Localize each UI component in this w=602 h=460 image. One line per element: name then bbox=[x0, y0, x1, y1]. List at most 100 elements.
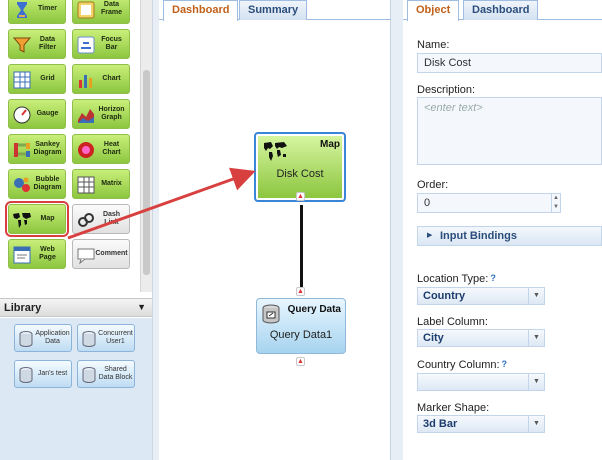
scrollbar-thumb[interactable] bbox=[143, 70, 150, 275]
chevron-down-icon[interactable]: ▼ bbox=[137, 302, 146, 312]
connector-line[interactable] bbox=[300, 205, 303, 289]
library-header[interactable]: Library ▼ bbox=[0, 298, 152, 317]
tab-object[interactable]: Object bbox=[407, 0, 460, 21]
country-column-select[interactable]: ▼ bbox=[417, 373, 545, 391]
tab-dashboard-properties[interactable]: Dashboard bbox=[463, 0, 539, 20]
palette-tool-label: Comment bbox=[95, 250, 128, 257]
query-data-node[interactable]: Query Data Query Data1 bbox=[256, 298, 346, 354]
palette-tool-label: Matrix bbox=[101, 180, 122, 187]
location-type-value: Country bbox=[423, 290, 466, 302]
tab-summary[interactable]: Summary bbox=[239, 0, 308, 20]
palette-tool-map[interactable]: Map bbox=[5, 201, 69, 237]
hourglass-icon bbox=[17, 2, 27, 18]
grid-icon bbox=[13, 71, 31, 89]
palette-tool-comment[interactable]: Comment bbox=[72, 239, 130, 269]
palette-tool-chart[interactable]: Chart bbox=[72, 64, 130, 94]
tab-dashboard[interactable]: Dashboard bbox=[163, 0, 239, 21]
chevron-down-icon[interactable]: ▼ bbox=[528, 330, 544, 346]
palette-tool-label: Horizon Graph bbox=[98, 106, 125, 121]
input-bindings-label: Input Bindings bbox=[440, 230, 517, 242]
palette-tool-dash-link[interactable]: Dash Link bbox=[72, 204, 130, 234]
map-node-title: Map bbox=[320, 139, 340, 150]
world-map-icon bbox=[264, 142, 287, 161]
input-bindings-section[interactable]: ▶ Input Bindings bbox=[417, 226, 602, 246]
library-item-label: Concurrent User1 bbox=[98, 330, 133, 345]
palette-tool-matrix[interactable]: Matrix bbox=[72, 169, 130, 199]
library-panel: Application Data Concurrent User1 Jan's te… bbox=[0, 318, 152, 460]
expand-arrow-icon: ▶ bbox=[427, 232, 433, 239]
palette-tool-label: Web Page bbox=[39, 246, 56, 261]
marker-shape-select[interactable]: 3d Bar ▼ bbox=[417, 415, 545, 433]
query-node-output-port[interactable]: ▲ bbox=[296, 287, 305, 296]
properties-tab-bar: Object Dashboard bbox=[403, 0, 602, 21]
matrix-icon bbox=[77, 176, 95, 194]
chevron-down-icon[interactable]: ▼ bbox=[528, 288, 544, 304]
left-splitter[interactable] bbox=[152, 0, 159, 460]
library-item[interactable]: Jan's test bbox=[14, 360, 72, 388]
sankey-icon bbox=[14, 143, 30, 157]
database-icon bbox=[19, 367, 33, 383]
right-splitter[interactable] bbox=[391, 0, 403, 460]
increment-icon[interactable]: ▲ bbox=[552, 194, 560, 203]
properties-panel: Object Dashboard Name: Disk Cost Descrip… bbox=[403, 0, 602, 460]
palette-tool-label: Timer bbox=[38, 5, 57, 12]
library-item-label: Shared Data Block bbox=[98, 366, 133, 381]
order-stepper[interactable]: 0 ▲ ▼ bbox=[417, 193, 561, 213]
palette-tool-label: Chart bbox=[102, 75, 121, 82]
description-label: Description: bbox=[417, 84, 476, 96]
chevron-down-icon[interactable]: ▼ bbox=[528, 416, 544, 432]
library-item[interactable]: Shared Data Block bbox=[77, 360, 135, 388]
palette-tool-data-frame[interactable]: Data Frame bbox=[72, 0, 130, 24]
label-column-value: City bbox=[423, 332, 444, 344]
canvas-tab-bar: Dashboard Summary bbox=[159, 0, 391, 21]
palette-tool-sankey-diagram[interactable]: Sankey Diagram bbox=[8, 134, 66, 164]
palette-tool-grid[interactable]: Grid bbox=[8, 64, 66, 94]
help-icon[interactable]: ? bbox=[502, 359, 508, 369]
palette-tool-heat-chart[interactable]: Heat Chart bbox=[72, 134, 130, 164]
bar-chart-icon bbox=[79, 75, 92, 88]
location-type-label: Location Type:? bbox=[417, 273, 496, 285]
stepper-buttons: ▲ ▼ bbox=[551, 194, 560, 212]
web-page-icon bbox=[13, 246, 31, 264]
dashboard-canvas[interactable]: Dashboard Summary Map Disk Cost ▲ ▲ Quer… bbox=[159, 0, 391, 460]
library-item-label: Application Data bbox=[35, 330, 70, 345]
palette-tool-timer[interactable]: Timer bbox=[8, 0, 66, 24]
palette-tool-label: Heat Chart bbox=[102, 141, 121, 156]
focus-bar-icon bbox=[77, 36, 95, 54]
palette-tool-label: Map bbox=[40, 215, 55, 222]
help-icon[interactable]: ? bbox=[490, 273, 496, 283]
palette-tool-label: Data Filter bbox=[38, 36, 57, 51]
database-icon bbox=[19, 331, 33, 347]
palette-tool-data-filter[interactable]: Data Filter bbox=[8, 29, 66, 59]
comment-icon bbox=[77, 248, 95, 265]
library-item[interactable]: Application Data bbox=[14, 324, 72, 352]
palette-tool-web-page[interactable]: Web Page bbox=[8, 239, 66, 269]
library-item[interactable]: Concurrent User1 bbox=[77, 324, 135, 352]
library-title: Library bbox=[4, 302, 42, 314]
map-node-name: Disk Cost bbox=[276, 168, 324, 180]
palette-tool-label: Data Frame bbox=[100, 1, 122, 16]
palette-tool-label: Grid bbox=[40, 75, 55, 82]
query-node-name: Query Data1 bbox=[269, 329, 333, 341]
palette-tool-gauge[interactable]: Gauge bbox=[8, 99, 66, 129]
palette-tool-focus-bar[interactable]: Focus Bar bbox=[72, 29, 130, 59]
palette-tool-horizon-graph[interactable]: Horizon Graph bbox=[72, 99, 130, 129]
decrement-icon[interactable]: ▼ bbox=[552, 203, 560, 212]
horizon-graph-icon bbox=[78, 109, 94, 123]
palette-scrollbar[interactable] bbox=[140, 0, 152, 292]
palette-tool-bubble-diagram[interactable]: Bubble Diagram bbox=[8, 169, 66, 199]
chevron-down-icon[interactable]: ▼ bbox=[528, 374, 544, 390]
data-frame-icon bbox=[77, 1, 95, 19]
map-node-input-port[interactable]: ▲ bbox=[296, 192, 305, 201]
label-column-select[interactable]: City ▼ bbox=[417, 329, 545, 347]
palette-tool-label: Focus Bar bbox=[101, 36, 122, 51]
description-field[interactable]: <enter text> bbox=[417, 97, 602, 165]
query-node-bottom-port[interactable]: ▲ bbox=[296, 357, 305, 366]
palette-tool-label: Sankey Diagram bbox=[33, 141, 62, 156]
name-field[interactable]: Disk Cost bbox=[417, 53, 602, 73]
location-type-select[interactable]: Country ▼ bbox=[417, 287, 545, 305]
marker-shape-value: 3d Bar bbox=[423, 418, 458, 430]
database-icon bbox=[82, 331, 96, 347]
label-column-label: Label Column: bbox=[417, 316, 488, 328]
library-item-label: Jan's test bbox=[37, 370, 68, 377]
